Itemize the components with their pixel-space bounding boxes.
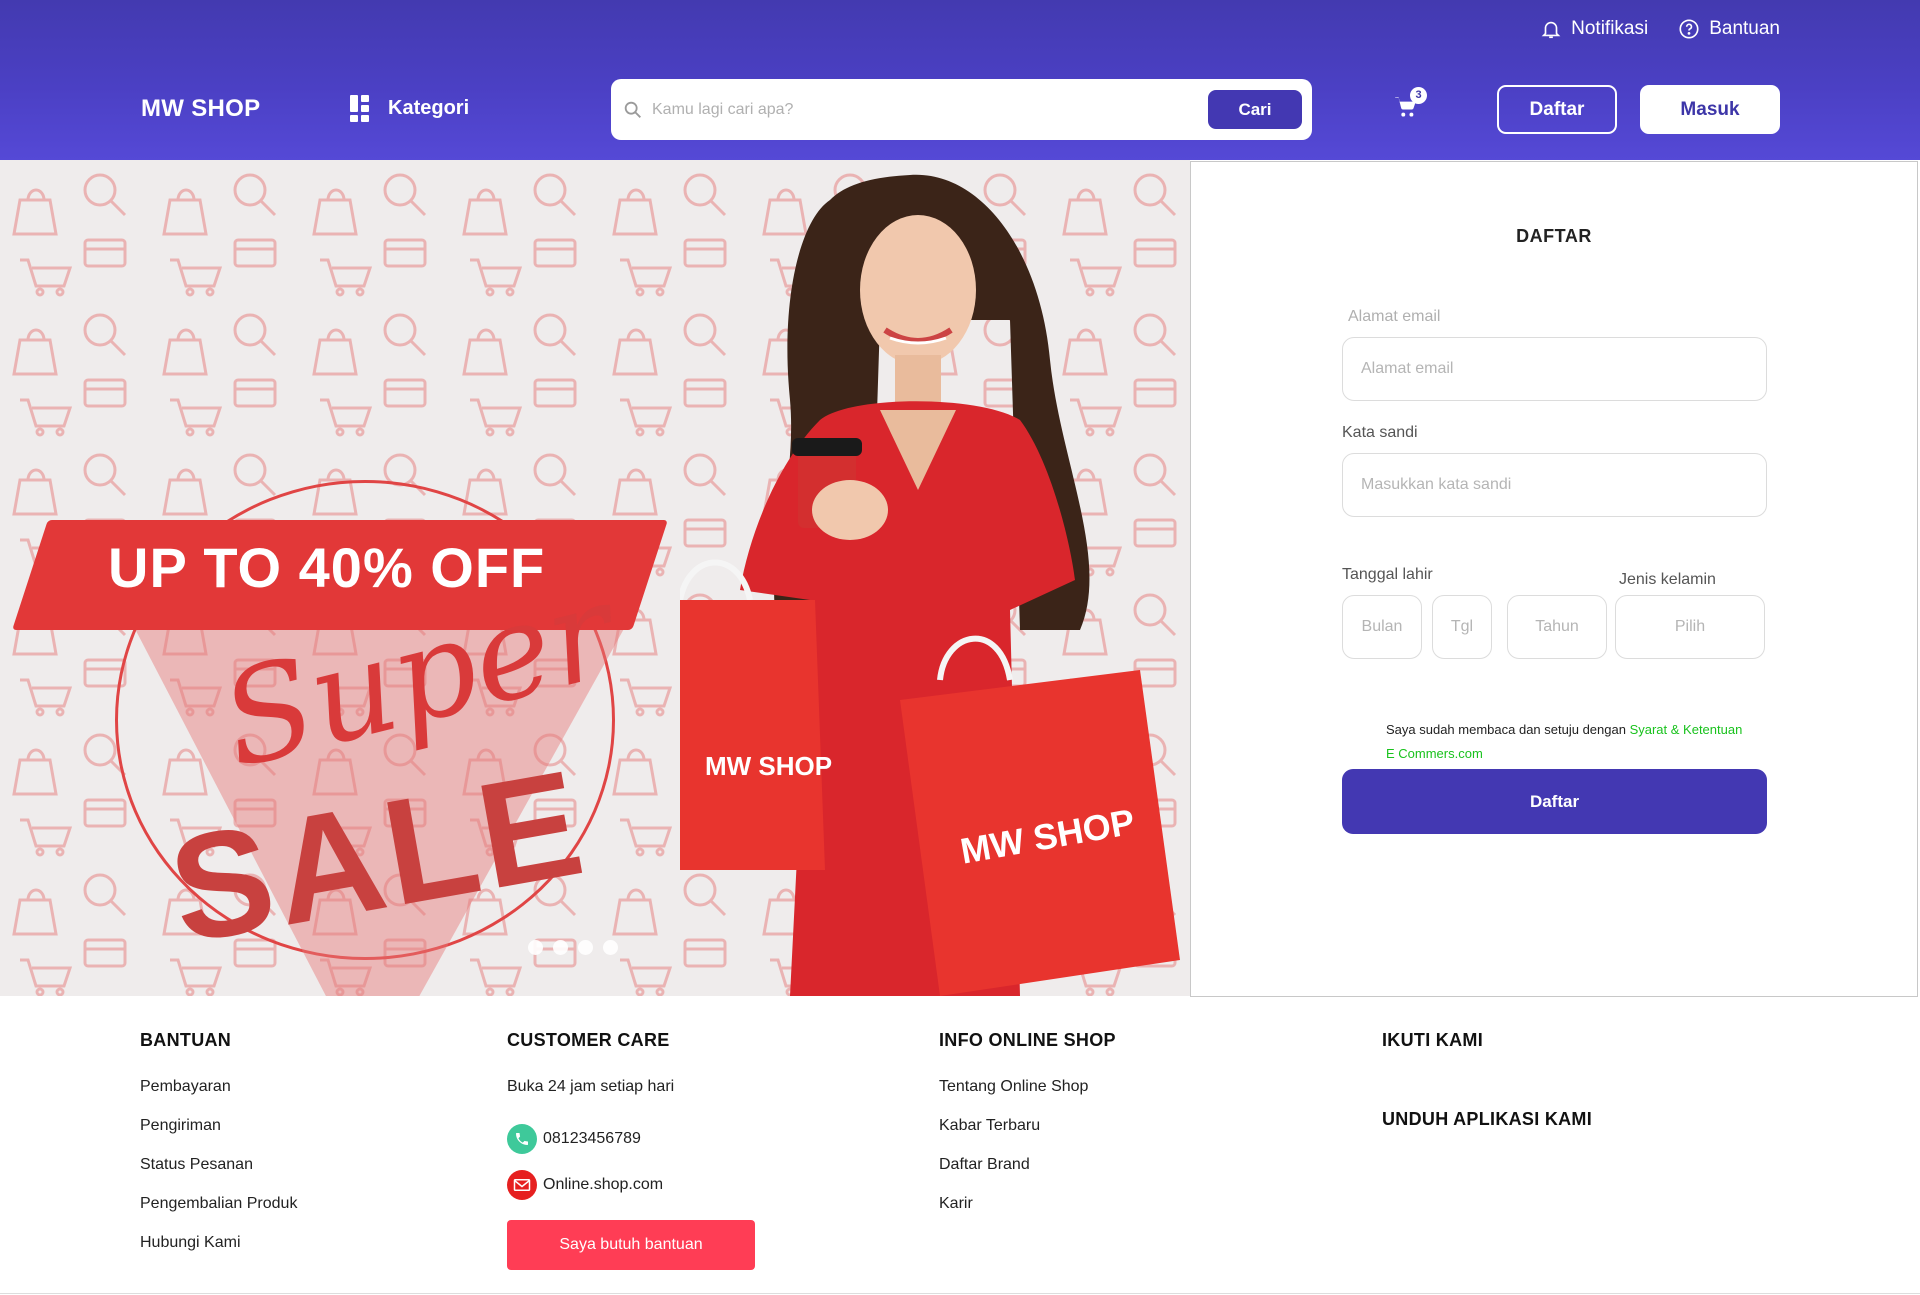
footer-link-news[interactable]: Kabar Terbaru	[939, 1116, 1116, 1155]
carousel-dot[interactable]	[553, 940, 568, 955]
bell-icon	[1541, 21, 1561, 39]
carousel-dot[interactable]	[603, 940, 618, 955]
register-title: DAFTAR	[1516, 226, 1592, 246]
search-button[interactable]: Cari	[1208, 90, 1302, 129]
top-utility-bar: Notifikasi Bantuan	[1540, 18, 1780, 40]
search-icon	[624, 101, 641, 118]
birthdate-label: Tanggal lahir	[1342, 566, 1433, 583]
hero-banner[interactable]: UP TO 40% OFF Super SALE MW SHOP MW SHOP	[0, 160, 1190, 996]
footer-link-brands[interactable]: Daftar Brand	[939, 1155, 1116, 1194]
care-email-address: Online.shop.com	[543, 1176, 664, 1193]
birth-month-field[interactable]	[1342, 595, 1422, 659]
gender-select[interactable]	[1615, 595, 1765, 659]
footer-link-about[interactable]: Tentang Online Shop	[939, 1077, 1116, 1116]
category-menu-button[interactable]: Kategori	[350, 95, 470, 122]
footer-link-returns[interactable]: Pengembalian Produk	[140, 1194, 297, 1233]
terms-site-link[interactable]: E Commers.com	[1386, 746, 1483, 761]
footer-follow-title: IKUTI KAMI	[1382, 1030, 1483, 1050]
carousel-dot[interactable]	[578, 940, 593, 955]
left-bag-brand: MW SHOP	[705, 751, 832, 781]
carousel-dot[interactable]	[528, 940, 543, 955]
register-submit-button[interactable]: Daftar	[1342, 769, 1767, 834]
need-help-button[interactable]: Saya butuh bantuan	[507, 1220, 755, 1270]
footer-info-column: INFO ONLINE SHOP Tentang Online Shop Kab…	[939, 1030, 1116, 1233]
question-circle-icon	[1679, 19, 1699, 39]
footer-divider	[0, 1293, 1920, 1294]
login-button[interactable]: Masuk	[1640, 85, 1780, 134]
category-label: Kategori	[388, 96, 470, 119]
footer-link-payment[interactable]: Pembayaran	[140, 1077, 297, 1116]
carousel-dots	[528, 940, 618, 955]
register-panel: DAFTAR Alamat email Kata sandi Tanggal l…	[1190, 161, 1918, 997]
footer-info-title: INFO ONLINE SHOP	[939, 1030, 1116, 1050]
email-label: Alamat email	[1348, 308, 1441, 325]
footer-link-order-status[interactable]: Status Pesanan	[140, 1155, 297, 1194]
birth-day-field[interactable]	[1432, 595, 1492, 659]
footer-help-title: BANTUAN	[140, 1030, 232, 1050]
footer-follow-column: IKUTI KAMI UNDUH APLIKASI KAMI	[1382, 1030, 1592, 1156]
care-phone[interactable]: 08123456789	[507, 1116, 755, 1162]
footer-care-title: CUSTOMER CARE	[507, 1030, 670, 1050]
footer-care-column: CUSTOMER CARE Buka 24 jam setiap hari 08…	[507, 1030, 755, 1270]
footer-help-column: BANTUAN Pembayaran Pengiriman Status Pes…	[140, 1030, 297, 1272]
site-logo[interactable]: MW SHOP	[141, 95, 260, 123]
register-button[interactable]: Daftar	[1497, 85, 1617, 134]
gender-label: Jenis kelamin	[1619, 571, 1716, 588]
care-email[interactable]: Online.shop.com	[507, 1162, 755, 1208]
email-field[interactable]	[1342, 337, 1767, 401]
terms-link[interactable]: Syarat & Ketentuan	[1630, 722, 1743, 737]
footer-download-title: UNDUH APLIKASI KAMI	[1382, 1109, 1593, 1129]
search-bar: Cari	[611, 79, 1312, 140]
cart-button[interactable]: 3	[1393, 87, 1427, 124]
site-footer: BANTUAN Pembayaran Pengiriman Status Pes…	[0, 997, 1920, 1295]
password-label: Kata sandi	[1342, 424, 1418, 441]
password-field[interactable]	[1342, 453, 1767, 517]
phone-icon	[507, 1124, 537, 1154]
notifications-link[interactable]: Notifikasi	[1540, 18, 1648, 40]
care-hours: Buka 24 jam setiap hari	[507, 1078, 675, 1095]
terms-notice: Saya sudah membaca dan setuju dengan Sya…	[1386, 718, 1766, 766]
help-label: Bantuan	[1709, 18, 1780, 39]
mail-icon	[507, 1170, 537, 1200]
help-link[interactable]: Bantuan	[1678, 18, 1780, 40]
model-with-shopping-bags-image: MW SHOP MW SHOP	[680, 174, 1180, 996]
footer-link-shipping[interactable]: Pengiriman	[140, 1116, 297, 1155]
footer-link-contact[interactable]: Hubungi Kami	[140, 1233, 297, 1272]
birth-year-field[interactable]	[1507, 595, 1607, 659]
category-grid-icon	[350, 95, 371, 122]
care-phone-number: 08123456789	[543, 1130, 641, 1147]
footer-link-careers[interactable]: Karir	[939, 1194, 1116, 1233]
cart-count-badge: 3	[1410, 87, 1427, 104]
terms-text: Saya sudah membaca dan setuju dengan	[1386, 722, 1626, 737]
notifications-label: Notifikasi	[1571, 18, 1649, 39]
site-header: Notifikasi Bantuan MW SHOP Kategori Cari…	[0, 0, 1920, 160]
search-input[interactable]	[652, 100, 1208, 119]
